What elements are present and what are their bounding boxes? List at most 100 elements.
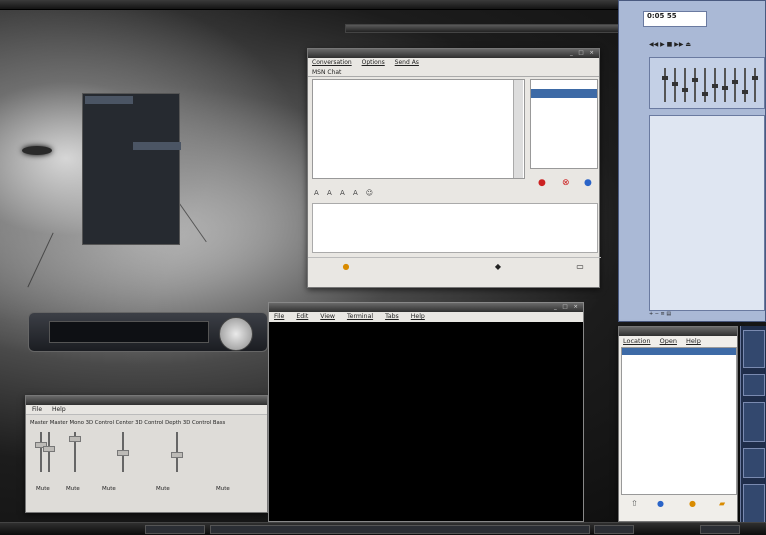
chat-message[interactable] xyxy=(316,167,521,176)
dock-widget[interactable] xyxy=(743,374,765,396)
folder-tree-item[interactable] xyxy=(622,465,736,472)
chat-message[interactable] xyxy=(316,98,521,107)
menu-item[interactable] xyxy=(85,119,133,127)
chat-user[interactable] xyxy=(531,89,597,98)
submenu-item[interactable] xyxy=(133,142,181,150)
menu-item[interactable] xyxy=(85,134,133,142)
submenu-item[interactable] xyxy=(133,180,181,188)
menu-send-as[interactable]: Send As xyxy=(395,59,419,66)
eq-slider[interactable] xyxy=(742,68,748,102)
chat-log-scrollbar[interactable] xyxy=(513,80,523,178)
menu-item[interactable] xyxy=(85,202,133,210)
menu-item[interactable] xyxy=(85,111,133,119)
menu-terminal[interactable]: Terminal xyxy=(347,313,373,320)
folder-tree-item[interactable] xyxy=(622,450,736,457)
eq-slider[interactable] xyxy=(702,68,708,102)
chat-message[interactable] xyxy=(316,141,521,150)
warn-button[interactable]: ◆ xyxy=(478,262,518,271)
volume-slider[interactable] xyxy=(117,432,129,472)
chat-user[interactable] xyxy=(531,107,597,116)
mute-checkbox[interactable]: Mute xyxy=(156,486,170,492)
submenu-item[interactable] xyxy=(133,218,181,226)
eq-slider[interactable] xyxy=(732,68,738,102)
eq-slider[interactable] xyxy=(672,68,678,102)
chat-message[interactable] xyxy=(316,124,521,133)
eq-slider[interactable] xyxy=(692,68,698,102)
eq-slider[interactable] xyxy=(722,68,728,102)
mute-checkbox[interactable]: Mute xyxy=(66,486,80,492)
chat-titlebar[interactable]: _ □ × xyxy=(308,49,599,58)
submenu-item[interactable] xyxy=(133,165,181,173)
chat-user[interactable] xyxy=(531,80,597,89)
window-buttons[interactable]: _ □ × xyxy=(554,303,580,312)
send-button[interactable]: ▭ xyxy=(560,262,600,271)
menu-item[interactable] xyxy=(85,172,133,180)
format-toolbar[interactable]: AAAA☺ xyxy=(314,189,514,201)
folder-tree-item[interactable] xyxy=(622,384,736,391)
taskbar-item[interactable] xyxy=(145,525,205,534)
menu-edit[interactable]: Edit xyxy=(296,313,308,320)
chat-message[interactable] xyxy=(316,133,521,142)
chat-message[interactable] xyxy=(316,107,521,116)
menu-view[interactable]: View xyxy=(320,313,335,320)
menu-item[interactable] xyxy=(85,126,133,134)
menu-item[interactable] xyxy=(85,104,133,112)
dock-widget[interactable] xyxy=(743,330,765,368)
menu-item[interactable] xyxy=(85,225,133,233)
menu-help[interactable]: Help xyxy=(686,337,701,345)
folder-tree-item[interactable] xyxy=(622,436,736,443)
menu-item[interactable] xyxy=(85,142,133,150)
menu-item[interactable] xyxy=(85,187,133,195)
submenu-item[interactable] xyxy=(133,233,181,241)
folder-tree-item[interactable] xyxy=(622,363,736,370)
submenu-item[interactable] xyxy=(133,150,181,158)
menu-item[interactable] xyxy=(85,180,133,188)
taskbar-item[interactable] xyxy=(700,525,740,534)
volume-slider[interactable] xyxy=(69,432,81,472)
folder-tree-item[interactable] xyxy=(622,428,736,435)
folder-tree-item[interactable] xyxy=(622,414,736,421)
volume-slider[interactable] xyxy=(35,432,47,472)
submenu-item[interactable] xyxy=(133,172,181,180)
taskbar-item[interactable] xyxy=(210,525,590,534)
info-icon[interactable]: ● xyxy=(584,178,592,188)
folder-tree-item[interactable] xyxy=(622,457,736,464)
menu-file[interactable]: File xyxy=(274,313,284,320)
folder-tree-item[interactable] xyxy=(622,487,736,494)
eq-slider[interactable] xyxy=(662,68,668,102)
folder-tree-root[interactable] xyxy=(622,348,736,356)
menu-options[interactable]: Options xyxy=(362,59,385,66)
dock-widget[interactable] xyxy=(743,402,765,442)
submenu-item[interactable] xyxy=(133,203,181,211)
menu-item[interactable] xyxy=(85,210,133,218)
volume-knob[interactable] xyxy=(219,317,253,351)
folder-tree-item[interactable] xyxy=(622,472,736,479)
menu-location[interactable]: Location xyxy=(623,337,651,345)
stop-icon[interactable]: ⊗ xyxy=(562,178,570,188)
eq-slider[interactable] xyxy=(682,68,688,102)
submenu-item[interactable] xyxy=(133,226,181,234)
submenu-item[interactable] xyxy=(133,157,181,165)
folder-tree-item[interactable] xyxy=(622,370,736,377)
menu-item[interactable] xyxy=(85,195,133,203)
chat-input[interactable] xyxy=(312,203,598,253)
folder-tree-item[interactable] xyxy=(622,406,736,413)
menu-item[interactable] xyxy=(85,233,133,241)
menu-open[interactable]: Open xyxy=(660,337,677,345)
chat-message[interactable] xyxy=(316,158,521,167)
menu-conversation[interactable]: Conversation xyxy=(312,59,352,66)
menu-help[interactable]: Help xyxy=(411,313,425,320)
submenu-item[interactable] xyxy=(133,188,181,196)
folder-tree-item[interactable] xyxy=(622,443,736,450)
eq-slider[interactable] xyxy=(752,68,758,102)
folder-tree-item[interactable] xyxy=(622,377,736,384)
menu-item[interactable] xyxy=(85,149,133,157)
player-controls[interactable]: ◀◀ ▶ ■ ▶▶ ⏏ xyxy=(649,41,759,53)
submenu-item[interactable] xyxy=(133,210,181,218)
background-window-titlebar[interactable] xyxy=(345,24,635,33)
chat-message[interactable] xyxy=(316,81,521,90)
chat-message[interactable] xyxy=(316,90,521,99)
menu-tabs[interactable]: Tabs xyxy=(385,313,399,320)
block-icon[interactable]: ● xyxy=(538,178,546,188)
submenu-item[interactable] xyxy=(133,195,181,203)
